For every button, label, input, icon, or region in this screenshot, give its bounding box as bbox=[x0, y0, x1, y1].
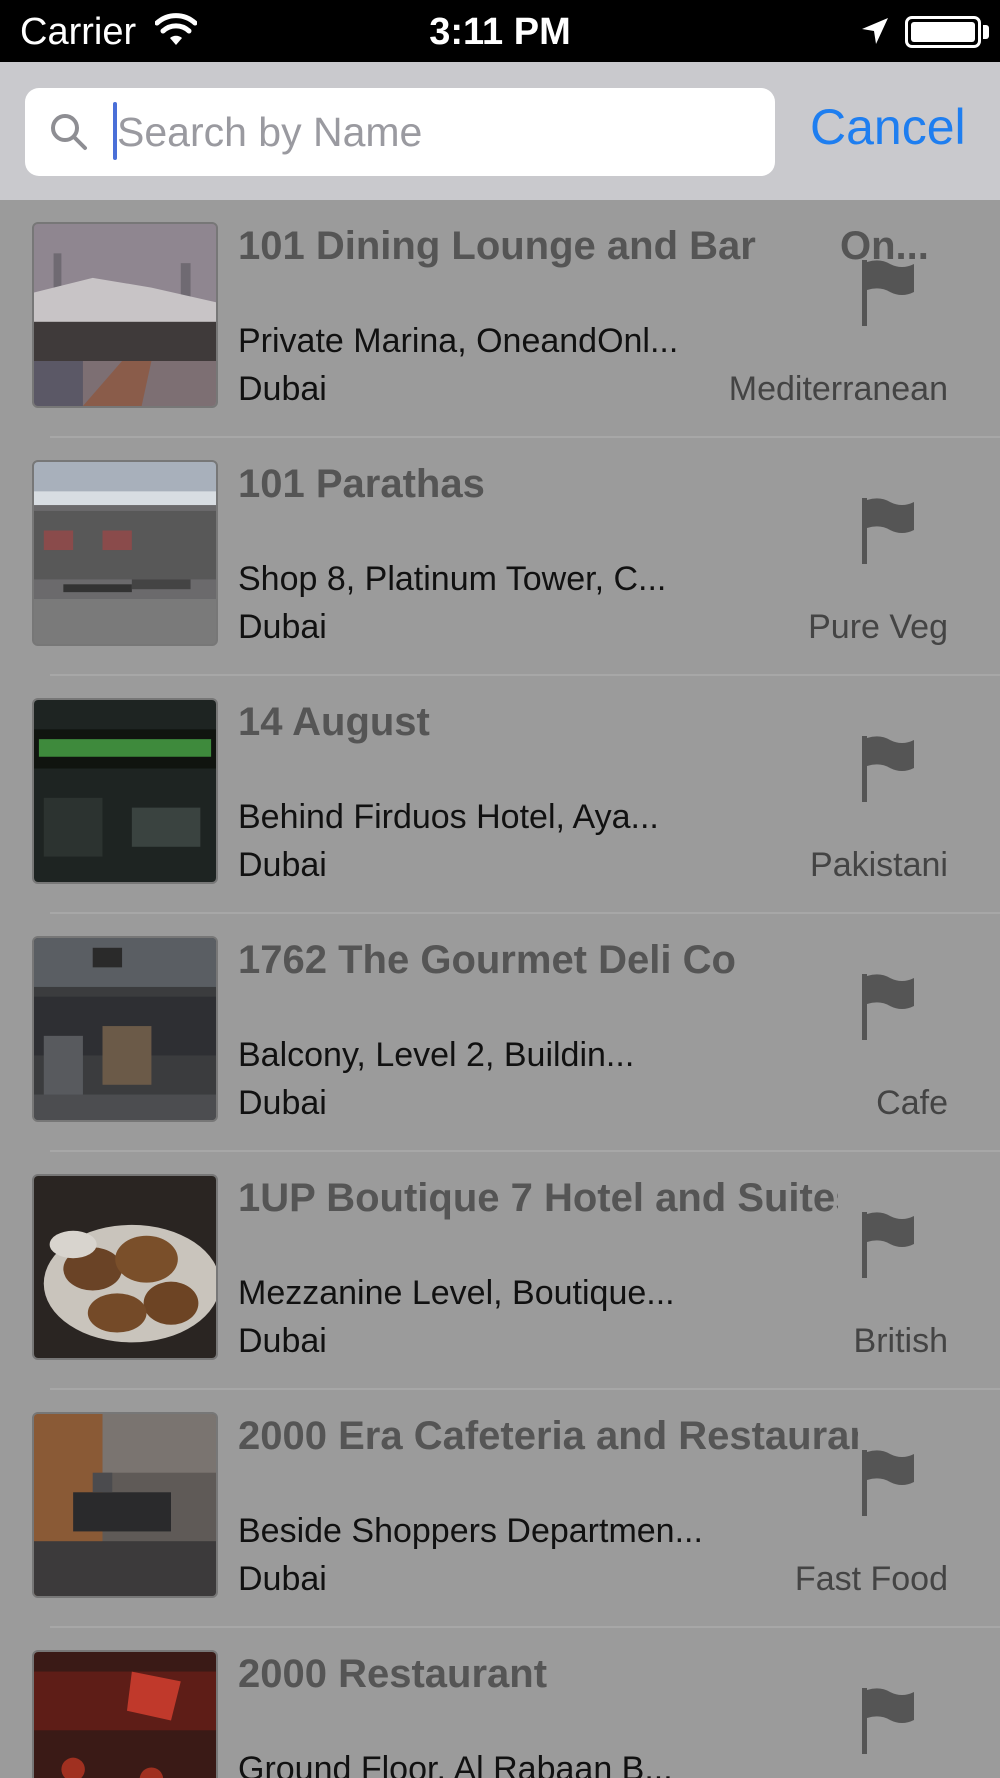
list-item[interactable]: 1762 The Gourmet Deli Co Balcony, Level … bbox=[0, 914, 1000, 1152]
restaurant-photo bbox=[32, 936, 218, 1122]
restaurant-city: Dubai bbox=[238, 370, 327, 408]
restaurant-photo bbox=[32, 222, 218, 408]
list-item[interactable]: 14 August Behind Firduos Hotel, Aya... D… bbox=[0, 676, 1000, 914]
flag-icon[interactable] bbox=[860, 496, 916, 566]
flag-icon[interactable] bbox=[860, 972, 916, 1042]
restaurant-city: Dubai bbox=[238, 1084, 327, 1122]
restaurant-cuisine: Pakistani bbox=[810, 846, 948, 884]
restaurant-name: 2000 Restaurant bbox=[238, 1652, 548, 1696]
restaurant-cuisine: Cafe bbox=[876, 1084, 948, 1122]
restaurant-address: Mezzanine Level, Boutique... bbox=[238, 1274, 675, 1312]
restaurant-city: Dubai bbox=[238, 608, 327, 646]
flag-icon[interactable] bbox=[860, 1210, 916, 1280]
restaurant-photo bbox=[32, 1174, 218, 1360]
battery-icon bbox=[905, 16, 981, 48]
restaurant-name: 101 Parathas bbox=[238, 462, 485, 506]
list-item[interactable]: 2000 Era Cafeteria and Restaurant Beside… bbox=[0, 1390, 1000, 1628]
restaurant-cuisine: Mediterranean bbox=[728, 370, 948, 408]
status-bar: Carrier 3:11 PM bbox=[0, 0, 1000, 62]
clock: 3:11 PM bbox=[429, 11, 571, 53]
restaurant-name: 1UP Boutique 7 Hotel and Suites bbox=[238, 1176, 838, 1220]
restaurant-address: Balcony, Level 2, Buildin... bbox=[238, 1036, 635, 1074]
flag-icon[interactable] bbox=[860, 258, 916, 328]
restaurant-address: Beside Shoppers Departmen... bbox=[238, 1512, 703, 1550]
restaurant-address: Private Marina, OneandOnl... bbox=[238, 322, 679, 360]
restaurant-photo bbox=[32, 460, 218, 646]
restaurant-city: Dubai bbox=[238, 1560, 327, 1598]
battery-nub bbox=[983, 25, 989, 39]
location-arrow-icon bbox=[862, 18, 888, 44]
restaurant-cuisine: Pure Veg bbox=[808, 608, 948, 646]
list-item[interactable]: 1UP Boutique 7 Hotel and Suites Mezzanin… bbox=[0, 1152, 1000, 1390]
search-box[interactable] bbox=[25, 88, 775, 176]
restaurant-address: Shop 8, Platinum Tower, C... bbox=[238, 560, 667, 598]
restaurant-photo bbox=[32, 1412, 218, 1598]
restaurant-photo bbox=[32, 698, 218, 884]
restaurant-cuisine: Fast Food bbox=[794, 1560, 948, 1598]
restaurant-photo bbox=[32, 1650, 218, 1778]
restaurant-name: 14 August bbox=[238, 700, 430, 744]
search-header: Cancel bbox=[0, 62, 1000, 200]
restaurant-address: Ground Floor, Al Rabaan B... bbox=[238, 1750, 673, 1778]
search-input[interactable] bbox=[117, 98, 757, 166]
list-item[interactable]: 101 Dining Lounge and Bar On... Private … bbox=[0, 200, 1000, 438]
flag-icon[interactable] bbox=[860, 1448, 916, 1518]
search-icon bbox=[51, 114, 87, 150]
restaurant-city: Dubai bbox=[238, 846, 327, 884]
restaurant-name: 101 Dining Lounge and Bar bbox=[238, 224, 756, 268]
list-item[interactable]: 101 Parathas Shop 8, Platinum Tower, C..… bbox=[0, 438, 1000, 676]
flag-icon[interactable] bbox=[860, 1686, 916, 1756]
flag-icon[interactable] bbox=[860, 734, 916, 804]
restaurant-name: 2000 Era Cafeteria and Restaurant bbox=[238, 1414, 858, 1458]
restaurant-cuisine: British bbox=[853, 1322, 948, 1360]
restaurant-name: 1762 The Gourmet Deli Co bbox=[238, 938, 736, 982]
list-item[interactable]: 2000 Restaurant Ground Floor, Al Rabaan … bbox=[0, 1628, 1000, 1778]
cancel-button[interactable]: Cancel bbox=[810, 95, 966, 159]
restaurant-address: Behind Firduos Hotel, Aya... bbox=[238, 798, 659, 836]
restaurant-list[interactable]: 101 Dining Lounge and Bar On... Private … bbox=[0, 200, 1000, 1778]
restaurant-city: Dubai bbox=[238, 1322, 327, 1360]
